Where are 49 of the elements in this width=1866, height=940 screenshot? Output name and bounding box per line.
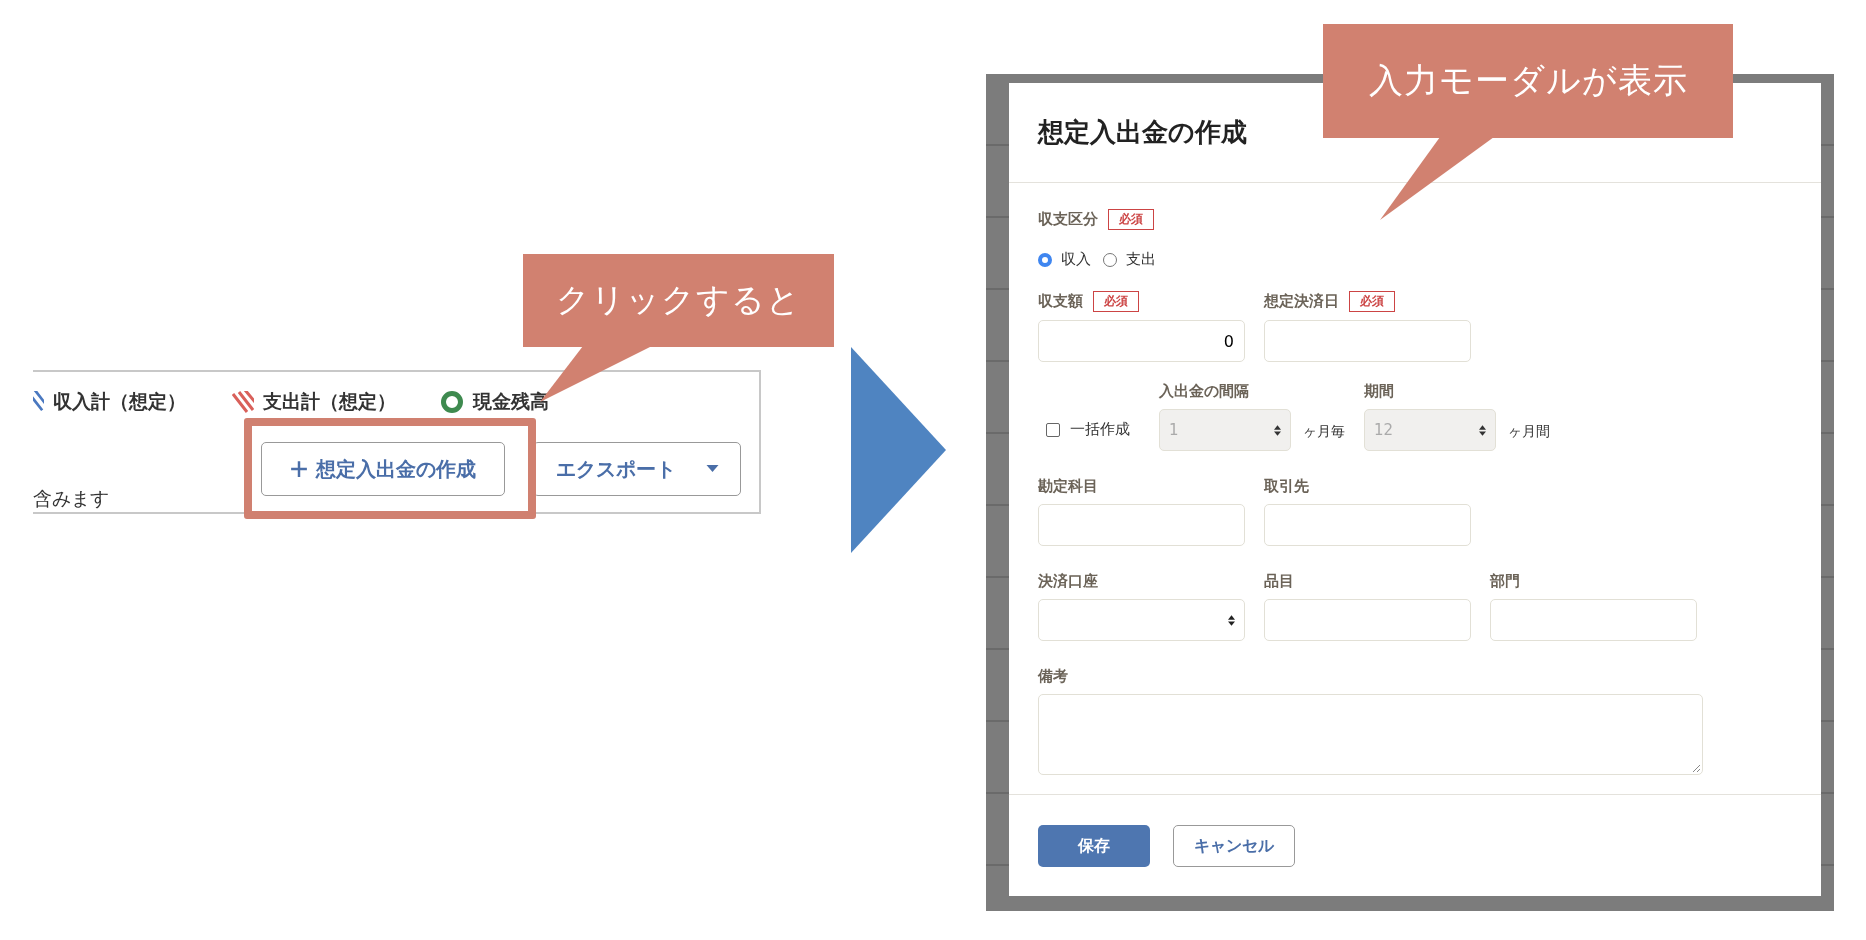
input-field[interactable] bbox=[1264, 504, 1471, 546]
unit-text: ヶ月毎 bbox=[1303, 423, 1345, 441]
radio-label: 支出 bbox=[1126, 250, 1156, 269]
radio-button[interactable] bbox=[1038, 252, 1052, 267]
legend-label: 収入計（想定） bbox=[53, 389, 186, 414]
legend-label: 現金残高 bbox=[473, 389, 549, 414]
required-tag: 必須 bbox=[1108, 209, 1154, 230]
field-label: 期間 bbox=[1364, 382, 1395, 401]
striped-swatch-icon bbox=[232, 391, 254, 413]
field-label: 備考 bbox=[1038, 667, 1069, 686]
input-field[interactable] bbox=[1490, 599, 1697, 641]
field-label: 収支額 bbox=[1038, 292, 1083, 311]
field-label: 入出金の間隔 bbox=[1159, 382, 1250, 401]
field-label: 品目 bbox=[1264, 572, 1295, 591]
unit-text: ヶ月間 bbox=[1508, 423, 1550, 441]
amount-field[interactable]: 0 bbox=[1038, 320, 1245, 362]
input-field[interactable] bbox=[1038, 504, 1245, 546]
date-field[interactable] bbox=[1264, 320, 1471, 362]
spinner-icon bbox=[1479, 424, 1486, 436]
radio-label: 収入 bbox=[1061, 250, 1091, 269]
spinner-icon bbox=[1274, 424, 1281, 436]
field-label: 取引先 bbox=[1264, 477, 1310, 496]
spinner-icon bbox=[1228, 614, 1235, 626]
save-button[interactable]: 保存 bbox=[1038, 825, 1150, 867]
memo-field[interactable] bbox=[1038, 694, 1703, 775]
caret-icon bbox=[705, 465, 719, 473]
radio-button[interactable] bbox=[1103, 252, 1117, 267]
resize-grip-icon bbox=[1692, 764, 1700, 772]
field-label: 収支区分 bbox=[1038, 210, 1098, 229]
field-label: 部門 bbox=[1490, 572, 1521, 591]
checkbox-label: 一括作成 bbox=[1070, 420, 1130, 439]
input-field[interactable] bbox=[1264, 599, 1471, 641]
checkbox[interactable] bbox=[1046, 422, 1060, 437]
required-tag: 必須 bbox=[1349, 291, 1395, 312]
plus-icon bbox=[290, 460, 308, 478]
select-field[interactable] bbox=[1038, 599, 1245, 641]
cancel-button[interactable]: キャンセル bbox=[1173, 825, 1295, 867]
legend-label: 支出計（想定） bbox=[263, 389, 396, 414]
note-text: 含みます bbox=[33, 486, 109, 511]
arrow-icon bbox=[851, 347, 946, 553]
export-button[interactable]: エクスポート bbox=[533, 442, 741, 496]
ring-icon bbox=[440, 390, 464, 414]
field-label: 勘定科目 bbox=[1038, 477, 1099, 496]
field-label: 決済口座 bbox=[1038, 572, 1099, 591]
required-tag: 必須 bbox=[1093, 291, 1139, 312]
field-label: 想定決済日 bbox=[1264, 292, 1339, 311]
modal-title: 想定入出金の作成 bbox=[1038, 116, 1247, 149]
create-button[interactable]: 想定入出金の作成 bbox=[261, 442, 505, 496]
striped-swatch-icon bbox=[33, 391, 44, 413]
